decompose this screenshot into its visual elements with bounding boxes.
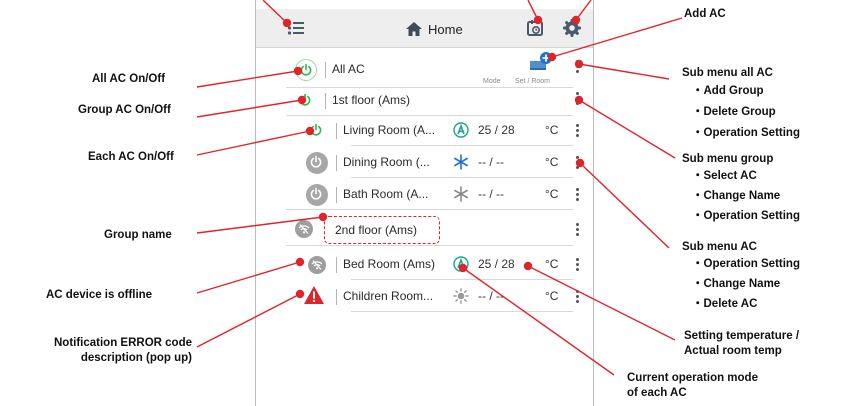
annotation-title: Sub menu group bbox=[682, 153, 774, 165]
annotation-item: ・Operation Setting bbox=[692, 258, 800, 270]
annotation-title: Sub menu AC bbox=[682, 241, 757, 253]
annotation-notification: Notification ERROR code description (pop… bbox=[6, 336, 192, 366]
annotation-item: ・Select AC bbox=[692, 170, 757, 182]
annotation-offline: AC device is offline bbox=[46, 289, 153, 301]
annotation-item: ・Delete AC bbox=[692, 298, 758, 310]
annotation-line2: of each AC bbox=[627, 387, 687, 399]
annotation-item: ・Operation Setting bbox=[692, 127, 800, 139]
annotation-add-ac: Add AC bbox=[684, 8, 726, 20]
annotation-line2: Actual room temp bbox=[684, 345, 782, 357]
annotation-notification-line1: Notification ERROR code bbox=[53, 337, 192, 349]
annotation-line1: Current operation mode bbox=[627, 372, 758, 384]
annotation-notification-line2: description (pop up) bbox=[80, 352, 192, 364]
annotation-group-ac-onoff: Group AC On/Off bbox=[78, 104, 171, 116]
annotation-item: ・Operation Setting bbox=[692, 210, 800, 222]
annotation-item: ・Delete Group bbox=[692, 106, 776, 118]
annotation-item: ・Add Group bbox=[692, 85, 764, 97]
annotation-group-name: Group name bbox=[104, 229, 172, 241]
annotation-line1: Setting temperature / bbox=[684, 330, 800, 342]
annotation-all-ac-onoff: All AC On/Off bbox=[92, 73, 166, 85]
annotation-setting-temperature: Setting temperature / Actual room temp bbox=[684, 329, 799, 359]
annotation-title: Sub menu all AC bbox=[682, 67, 773, 79]
annotation-submenu-all-ac: Sub menu all AC ・Add Group ・Delete Group… bbox=[682, 66, 800, 141]
annotation-each-ac-onoff: Each AC On/Off bbox=[88, 151, 174, 163]
annotation-submenu-group: Sub menu group ・Select AC ・Change Name ・… bbox=[682, 152, 800, 224]
annotation-item: ・Change Name bbox=[692, 190, 781, 202]
annotation-item: ・Change Name bbox=[692, 278, 781, 290]
annotation-submenu-ac: Sub menu AC ・Operation Setting ・Change N… bbox=[682, 240, 800, 312]
annotation-current-mode: Current operation mode of each AC bbox=[627, 371, 758, 401]
